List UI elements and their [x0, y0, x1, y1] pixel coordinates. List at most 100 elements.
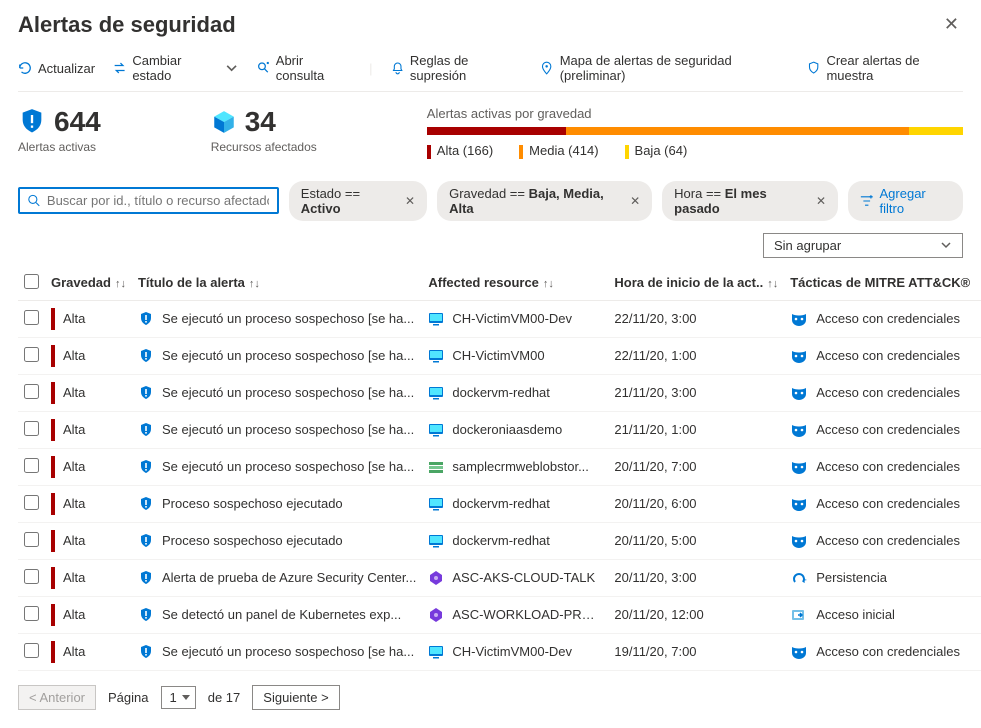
remove-filter-icon[interactable]: ✕: [405, 194, 415, 208]
start-time: 20/11/20, 7:00: [608, 448, 784, 485]
refresh-button[interactable]: Actualizar: [18, 61, 95, 76]
col-title[interactable]: Título de la alerta↑↓: [132, 266, 422, 301]
severity-label: Alta: [63, 385, 85, 400]
alert-title: Alerta de prueba de Azure Security Cente…: [162, 570, 416, 585]
table-row[interactable]: Alta Se ejecutó un proceso sospechoso [s…: [18, 633, 981, 670]
shield-icon: [138, 348, 154, 364]
pagination: < Anterior Página 1 de 17 Siguiente >: [18, 685, 963, 710]
start-time: 22/11/20, 1:00: [608, 337, 784, 374]
start-time: 20/11/20, 12:00: [608, 596, 784, 633]
alert-title: Proceso sospechoso ejecutado: [162, 533, 343, 548]
severity-indicator: [51, 604, 55, 626]
severity-label: Alta: [63, 348, 85, 363]
resource-name: dockervm-redhat: [452, 385, 550, 400]
state-label: Activo: [976, 411, 981, 448]
row-checkbox[interactable]: [24, 606, 39, 621]
storage-icon: [428, 459, 444, 475]
col-resource[interactable]: Affected resource↑↓: [422, 266, 608, 301]
col-state[interactable]: Estado↑: [976, 266, 981, 301]
group-by-select[interactable]: Sin agrupar: [763, 233, 963, 258]
mask-icon: [790, 348, 808, 364]
sample-alerts-button[interactable]: Crear alertas de muestra: [807, 53, 963, 83]
search-input[interactable]: [18, 187, 279, 214]
start-time: 20/11/20, 3:00: [608, 559, 784, 596]
severity-indicator: [51, 382, 55, 404]
shield-icon: [138, 385, 154, 401]
alert-title: Se ejecutó un proceso sospechoso [se ha.…: [162, 385, 414, 400]
location-icon: [540, 61, 553, 75]
page-select[interactable]: 1: [161, 686, 196, 709]
resource-name: dockeroniaasdemo: [452, 422, 562, 437]
row-checkbox[interactable]: [24, 458, 39, 473]
legend-low: Baja (64): [625, 143, 688, 159]
table-row[interactable]: Alta Se ejecutó un proceso sospechoso [s…: [18, 411, 981, 448]
state-label: Activo: [976, 559, 981, 596]
row-checkbox[interactable]: [24, 495, 39, 510]
table-row[interactable]: Alta Alerta de prueba de Azure Security …: [18, 559, 981, 596]
close-icon[interactable]: ✕: [940, 10, 963, 39]
aks-icon: [428, 570, 444, 586]
resource-name: CH-VictimVM00-Dev: [452, 311, 572, 326]
remove-filter-icon[interactable]: ✕: [816, 194, 826, 208]
row-checkbox[interactable]: [24, 643, 39, 658]
prev-page-button[interactable]: < Anterior: [18, 685, 96, 710]
state-label: Activo: [976, 485, 981, 522]
vm-icon: [428, 311, 444, 327]
filter-add-icon: [860, 194, 873, 208]
table-row[interactable]: Alta Se ejecutó un proceso sospechoso [s…: [18, 300, 981, 337]
col-severity[interactable]: Gravedad↑↓: [45, 266, 132, 301]
severity-label: Alta: [63, 422, 85, 437]
alert-map-button[interactable]: Mapa de alertas de seguridad (preliminar…: [540, 53, 789, 83]
change-state-button[interactable]: Cambiar estado: [113, 53, 238, 83]
next-page-button[interactable]: Siguiente >: [252, 685, 339, 710]
table-row[interactable]: Alta Se ejecutó un proceso sospechoso [s…: [18, 337, 981, 374]
col-tactics[interactable]: Tácticas de MITRE ATT&CK®: [784, 266, 976, 301]
row-checkbox[interactable]: [24, 569, 39, 584]
severity-label: Alta: [63, 533, 85, 548]
vm-icon: [428, 385, 444, 401]
initial-icon: [790, 607, 808, 623]
filter-severity[interactable]: Gravedad == Baja, Media, Alta✕: [437, 181, 652, 221]
open-query-button[interactable]: Abrir consulta: [257, 53, 352, 83]
vm-icon: [428, 533, 444, 549]
filter-state[interactable]: Estado == Activo✕: [289, 181, 427, 221]
table-row[interactable]: Alta Proceso sospechoso ejecutado docker…: [18, 485, 981, 522]
start-time: 19/11/20, 7:00: [608, 633, 784, 670]
select-all-checkbox[interactable]: [24, 274, 39, 289]
table-row[interactable]: Alta Se ejecutó un proceso sospechoso [s…: [18, 374, 981, 411]
alerts-table: Gravedad↑↓ Título de la alerta↑↓ Affecte…: [18, 266, 981, 671]
remove-filter-icon[interactable]: ✕: [630, 194, 640, 208]
mask-icon: [790, 533, 808, 549]
add-filter-button[interactable]: Agregar filtro: [848, 181, 963, 221]
severity-label: Alta: [63, 311, 85, 326]
affected-resources-stat: 34 Recursos afectados: [211, 106, 317, 154]
row-checkbox[interactable]: [24, 384, 39, 399]
start-time: 21/11/20, 1:00: [608, 411, 784, 448]
start-time: 21/11/20, 3:00: [608, 374, 784, 411]
row-checkbox[interactable]: [24, 347, 39, 362]
suppression-rules-button[interactable]: Reglas de supresión: [391, 53, 523, 83]
tactic-label: Acceso inicial: [816, 607, 895, 622]
tactic-label: Acceso con credenciales: [816, 348, 960, 363]
col-time[interactable]: Hora de inicio de la act..↑↓: [608, 266, 784, 301]
mask-icon: [790, 422, 808, 438]
alert-title: Se detectó un panel de Kubernetes exp...: [162, 607, 401, 622]
severity-indicator: [51, 493, 55, 515]
row-checkbox[interactable]: [24, 310, 39, 325]
tactic-label: Acceso con credenciales: [816, 311, 960, 326]
shield-icon: [138, 459, 154, 475]
severity-indicator: [51, 530, 55, 552]
table-row[interactable]: Alta Se ejecutó un proceso sospechoso [s…: [18, 448, 981, 485]
severity-breakdown: Alertas activas por gravedad Alta (166) …: [427, 106, 963, 159]
table-row[interactable]: Alta Proceso sospechoso ejecutado docker…: [18, 522, 981, 559]
shield-alert-icon: [18, 108, 46, 136]
row-checkbox[interactable]: [24, 421, 39, 436]
severity-bar: [427, 127, 963, 135]
row-checkbox[interactable]: [24, 532, 39, 547]
table-row[interactable]: Alta Se detectó un panel de Kubernetes e…: [18, 596, 981, 633]
tactic-label: Persistencia: [816, 570, 887, 585]
alert-title: Proceso sospechoso ejecutado: [162, 496, 343, 511]
cube-icon: [211, 109, 237, 135]
severity-label: Alta: [63, 644, 85, 659]
filter-time[interactable]: Hora == El mes pasado✕: [662, 181, 838, 221]
